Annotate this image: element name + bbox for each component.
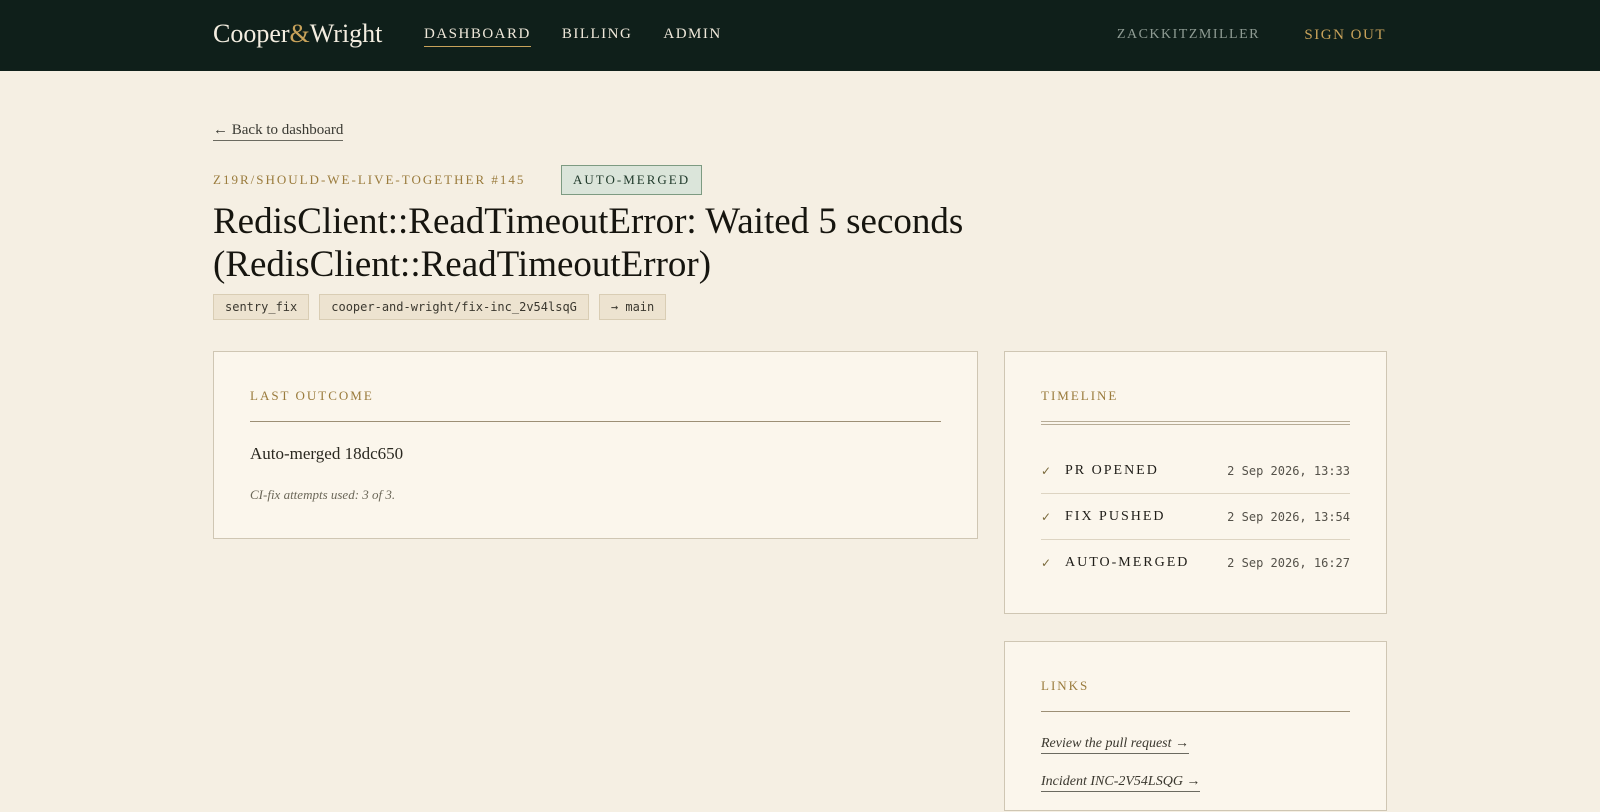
- timeline-item: ✓ PR OPENED 2 Sep 2026, 13:33: [1041, 448, 1350, 494]
- timeline-card: TIMELINE ✓ PR OPENED 2 Sep 2026, 13:33 ✓…: [1004, 351, 1387, 614]
- main-nav: DASHBOARD BILLING ADMIN: [424, 26, 722, 47]
- timeline-list: ✓ PR OPENED 2 Sep 2026, 13:33 ✓ FIX PUSH…: [1041, 448, 1350, 586]
- outcome-summary: Auto-merged 18dc650: [250, 444, 404, 463]
- outcome-note: CI-fix attempts used: 3 of 3.: [250, 487, 396, 502]
- timeline-item: ✓ FIX PUSHED 2 Sep 2026, 13:54: [1041, 494, 1350, 540]
- timeline-event-label: PR OPENED: [1065, 462, 1159, 478]
- timeline-timestamp: 2 Sep 2026, 13:33: [1227, 463, 1350, 478]
- divider: [1041, 421, 1350, 425]
- logo-text-cooper: Cooper: [213, 19, 290, 48]
- last-outcome-card: LAST OUTCOME Auto-merged 18dc650 CI-fix …: [213, 351, 978, 539]
- card-heading: LINKS: [1041, 678, 1090, 693]
- username: ZACKKITZMILLER: [1116, 27, 1260, 42]
- tag-branch: cooper-and-wright/fix-inc_2v54lsqG: [319, 294, 589, 320]
- card-heading: LAST OUTCOME: [250, 388, 374, 403]
- brand-logo[interactable]: Cooper&Wright: [213, 19, 382, 49]
- links-list: Review the pull request → Incident INC-2…: [1041, 736, 1201, 812]
- status-badge: AUTO-MERGED: [561, 165, 703, 195]
- nav-billing[interactable]: BILLING: [562, 26, 633, 47]
- timeline-event-label: AUTO-MERGED: [1065, 555, 1190, 570]
- logo-ampersand: &: [289, 19, 310, 48]
- divider: [250, 421, 941, 422]
- repo-reference: Z19R/SHOULD-WE-LIVE-TOGETHER #145: [213, 172, 526, 187]
- tag-target-branch: → main: [598, 294, 667, 320]
- nav-dashboard[interactable]: DASHBOARD: [424, 26, 531, 47]
- card-heading: TIMELINE: [1041, 388, 1119, 403]
- timeline-timestamp: 2 Sep 2026, 16:27: [1227, 556, 1350, 570]
- sign-out-button[interactable]: SIGN OUT: [1304, 27, 1386, 44]
- links-card: LINKS Review the pull request → Incident…: [1004, 641, 1387, 811]
- tag-source: sentry_fix: [213, 294, 310, 320]
- pr-tags: sentry_fix cooper-and-wright/fix-inc_2v5…: [213, 294, 667, 320]
- divider: [1041, 711, 1350, 712]
- check-icon: ✓: [1041, 556, 1052, 570]
- back-to-dashboard-link[interactable]: ← Back to dashboard: [213, 122, 344, 141]
- top-navigation-bar: Cooper&Wright DASHBOARD BILLING ADMIN ZA…: [0, 0, 1600, 71]
- check-icon: ✓: [1041, 463, 1052, 478]
- logo-text-wright: Wright: [309, 19, 383, 48]
- timeline-item: ✓ AUTO-MERGED 2 Sep 2026, 16:27: [1041, 540, 1350, 586]
- timeline-event-label: FIX PUSHED: [1065, 508, 1166, 524]
- review-pull-request-link[interactable]: Review the pull request →: [1041, 736, 1189, 754]
- check-icon: ✓: [1041, 509, 1052, 524]
- timeline-timestamp: 2 Sep 2026, 13:54: [1227, 509, 1350, 524]
- incident-link[interactable]: Incident INC-2V54LSQG →: [1041, 774, 1201, 792]
- page-title: RedisClient::ReadTimeoutError: Waited 5 …: [213, 201, 964, 285]
- nav-admin[interactable]: ADMIN: [663, 26, 721, 47]
